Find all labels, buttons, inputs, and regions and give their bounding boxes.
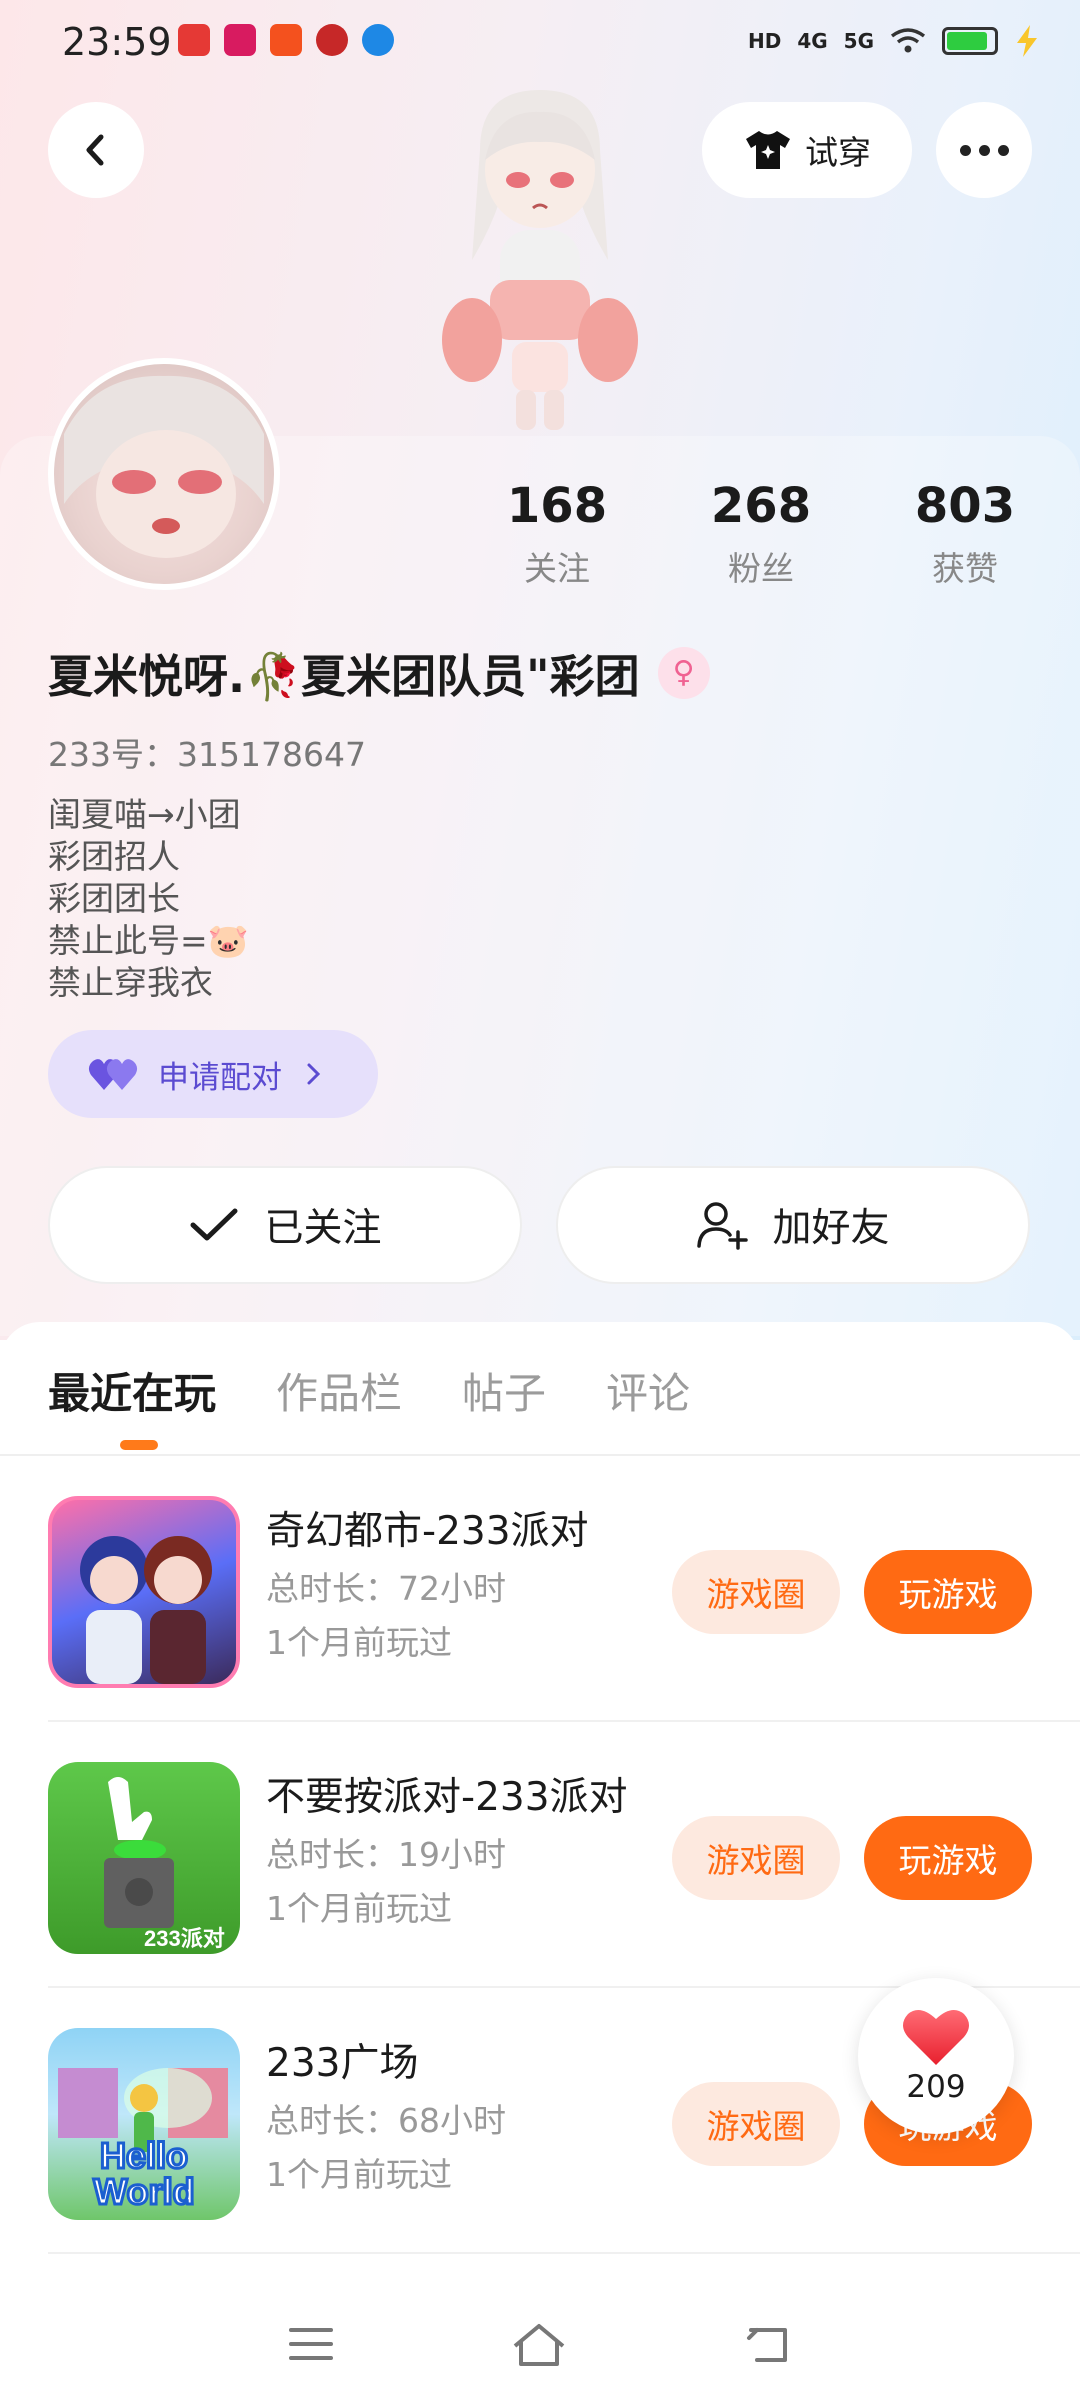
content-section: 最近在玩 作品栏 帖子 评论 奇幻都市-233派对 总时长：72小时 1个月前玩… — [0, 1322, 1080, 2408]
add-friend-button[interactable]: 加好友 — [556, 1166, 1030, 1284]
followed-label: 已关注 — [264, 1206, 382, 1251]
user-id: 233号：315178647 — [48, 735, 366, 774]
game-characters-image — [80, 1536, 212, 1684]
profile-bio: 闺夏喵→小团 彩团招人 彩团团长 禁止此号=🐷 禁止穿我衣 — [48, 794, 249, 1004]
game-duration: 总时长：68小时 — [266, 2101, 506, 2140]
game-row[interactable]: 奇幻都市-233派对 总时长：72小时 1个月前玩过 游戏圈 玩游戏 — [48, 1456, 1080, 1722]
game-icon-fantasy-city[interactable] — [48, 1496, 240, 1688]
tab-posts[interactable]: 帖子 — [462, 1360, 546, 1421]
stat-likes[interactable]: 803 获赞 — [885, 478, 1045, 590]
home-icon[interactable] — [509, 2320, 569, 2368]
game-last-played: 1个月前玩过 — [266, 1889, 452, 1928]
profile-nickname: 夏米悦呀.🥀夏米团队员"彩团 ♀ — [48, 640, 710, 705]
notification-app-icon — [270, 24, 302, 56]
double-heart-icon — [88, 1059, 138, 1090]
request-pair-button[interactable]: 申请配对 — [48, 1030, 378, 1118]
stat-likes-label: 获赞 — [932, 549, 998, 588]
like-floating-button[interactable]: 209 — [858, 1978, 1014, 2134]
stat-following-label: 关注 — [524, 549, 590, 588]
game-last-played: 1个月前玩过 — [266, 2155, 452, 2194]
bio-line: 禁止穿我衣 — [48, 963, 213, 1002]
chevron-left-icon — [86, 134, 104, 166]
game-title: 奇幻都市-233派对 — [266, 1509, 589, 1554]
game-icon-hello-text: Hello — [100, 2135, 188, 2176]
like-count: 209 — [906, 2069, 966, 2105]
tshirt-icon — [746, 131, 790, 169]
chevron-right-icon — [307, 1063, 321, 1085]
notification-icons — [178, 24, 394, 56]
wifi-icon — [890, 28, 926, 53]
heart-icon — [903, 2010, 969, 2065]
tab-works[interactable]: 作品栏 — [276, 1360, 402, 1421]
battery-icon — [942, 27, 998, 55]
bio-line: 彩团招人 — [48, 837, 180, 876]
stat-likes-count: 803 — [914, 478, 1016, 534]
game-circle-button[interactable]: 游戏圈 — [672, 1816, 840, 1900]
signal-5g-icon: 5G — [843, 29, 874, 53]
more-dot-icon — [959, 144, 971, 156]
game-duration: 总时长：72小时 — [266, 1569, 506, 1608]
game-circle-button[interactable]: 游戏圈 — [672, 2082, 840, 2166]
stat-fans[interactable]: 268 粉丝 — [681, 478, 841, 590]
avatar-3d-character — [442, 90, 638, 430]
game-last-played: 1个月前玩过 — [266, 1623, 452, 1662]
status-bar: 23:59 HD 4G 5G — [0, 0, 1080, 84]
qq-icon — [362, 24, 394, 56]
gender-female-icon: ♀ — [657, 646, 710, 699]
game-button-image: 233派对 — [104, 1777, 225, 1951]
game-circle-button[interactable]: 游戏圈 — [672, 1550, 840, 1634]
followed-button[interactable]: 已关注 — [48, 1166, 522, 1284]
bio-line: 闺夏喵→小团 — [48, 795, 241, 834]
more-options-button[interactable] — [936, 102, 1032, 198]
avatar-face-image — [64, 375, 264, 558]
game-icon-dont-press[interactable]: 233派对 — [48, 1762, 240, 1954]
hd-icon: HD — [747, 29, 782, 53]
game-row[interactable]: 233派对 不要按派对-233派对 总时长：19小时 1个月前玩过 游戏圈 玩游… — [48, 1722, 1080, 1988]
stat-fans-label: 粉丝 — [728, 549, 794, 588]
more-dot-icon — [978, 144, 990, 156]
bio-line: 禁止此号=🐷 — [48, 921, 249, 960]
signal-4g-icon: 4G — [797, 29, 828, 53]
game-title: 不要按派对-233派对 — [266, 1775, 628, 1820]
avatar[interactable] — [48, 358, 280, 590]
check-icon — [190, 1208, 238, 1241]
play-game-button[interactable]: 玩游戏 — [864, 1816, 1032, 1900]
nickname-text: 夏米悦呀.🥀夏米团队员"彩团 — [48, 650, 640, 703]
back-button[interactable] — [48, 102, 144, 198]
add-user-icon — [697, 1202, 749, 1250]
game-icon-badge-text: 233派对 — [144, 1926, 225, 1951]
notification-app-icon — [178, 24, 210, 56]
stat-following[interactable]: 168 关注 — [477, 478, 637, 590]
system-icons: HD 4G 5G — [748, 24, 1040, 58]
play-game-button[interactable]: 玩游戏 — [864, 1550, 1032, 1634]
try-on-label: 试穿 — [805, 133, 871, 172]
tab-comments[interactable]: 评论 — [606, 1360, 690, 1421]
notification-app-icon — [224, 24, 256, 56]
status-time: 23:59 — [62, 20, 172, 64]
add-friend-label: 加好友 — [772, 1206, 890, 1251]
game-plaza-image: Hello World — [58, 2068, 228, 2214]
game-title: 233广场 — [266, 2041, 419, 2086]
menu-icon[interactable] — [287, 2324, 335, 2364]
game-duration: 总时长：19小时 — [266, 1835, 506, 1874]
back-nav-icon[interactable] — [743, 2322, 793, 2366]
tab-recently-played[interactable]: 最近在玩 — [48, 1360, 216, 1450]
stat-following-count: 168 — [506, 478, 608, 534]
charging-icon — [1017, 25, 1037, 57]
more-dot-icon — [997, 144, 1009, 156]
system-navigation-bar — [0, 2280, 1080, 2408]
stat-fans-count: 268 — [710, 478, 812, 534]
bio-line: 彩团团长 — [48, 879, 180, 918]
try-on-button[interactable]: 试穿 — [702, 102, 912, 198]
game-icon-233-plaza[interactable]: Hello World — [48, 2028, 240, 2220]
profile-tabs: 最近在玩 作品栏 帖子 评论 — [48, 1360, 690, 1450]
notification-app-icon — [316, 24, 348, 56]
game-icon-world-text: World — [93, 2171, 194, 2212]
request-pair-label: 申请配对 — [158, 1059, 282, 1096]
